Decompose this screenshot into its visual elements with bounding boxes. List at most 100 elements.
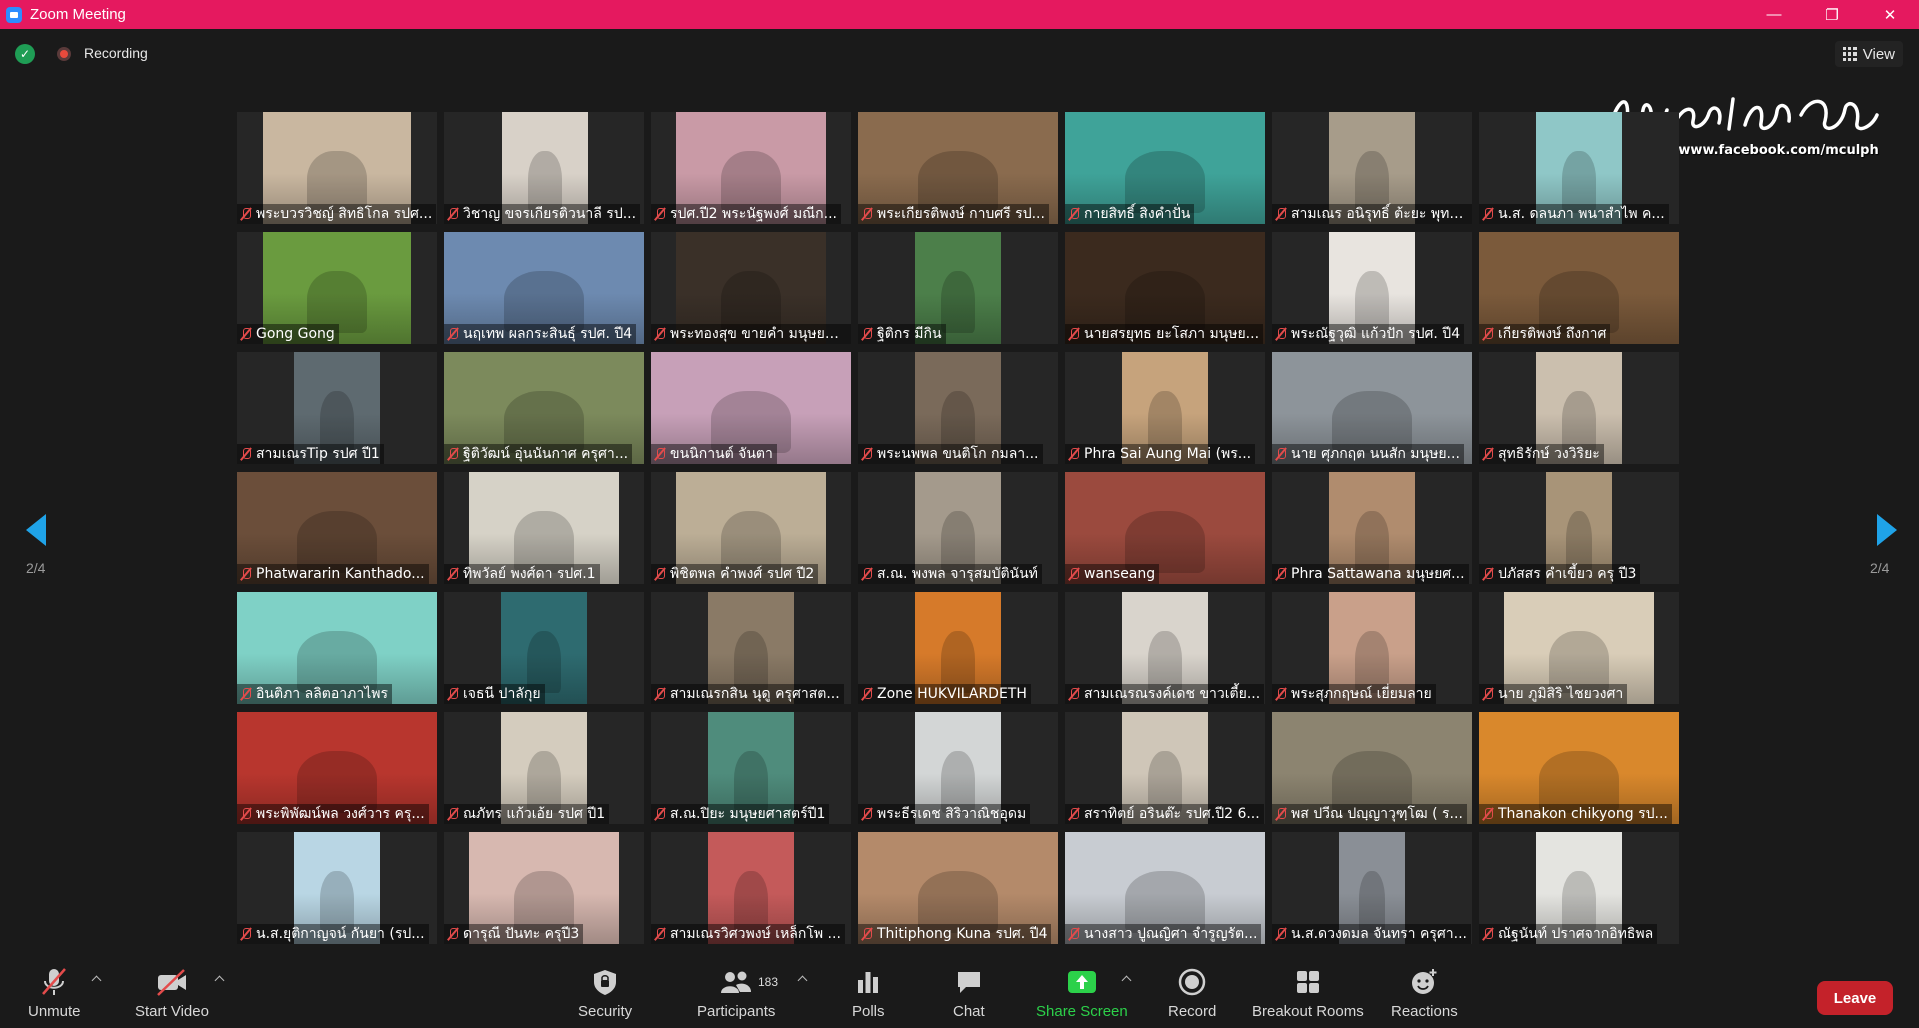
record-label: Record: [1168, 1003, 1217, 1020]
participant-tile[interactable]: พส ปวีณ ปญฺญาวุฑฺโฒ ( ร...: [1272, 712, 1472, 824]
participant-tile[interactable]: กายสิทธิ์ สิงคำปั่น: [1065, 112, 1265, 224]
muted-mic-icon: [1068, 927, 1080, 941]
participant-count-badge: 183: [758, 975, 779, 989]
participant-tile[interactable]: สามเณรTip รปศ ปี1: [237, 352, 437, 464]
participant-name: นาย ภูมิสิริ ไชยวงศา: [1498, 686, 1624, 702]
reactions-button[interactable]: Reactions: [1391, 966, 1458, 1020]
participant-tile[interactable]: ฐิติวัฒน์ อุ่นนันกาศ ครุศา...: [444, 352, 644, 464]
participant-tile[interactable]: เจธนี ปาลักุย: [444, 592, 644, 704]
minimize-button[interactable]: —: [1745, 0, 1803, 29]
unmute-label: Unmute: [28, 1003, 81, 1020]
muted-microphone-icon: [39, 966, 69, 998]
participant-tile[interactable]: เกียรติพงษ์ ถึงกาศ: [1479, 232, 1679, 344]
participant-tile[interactable]: ขนนิกานต์ จันตา: [651, 352, 851, 464]
participant-tile[interactable]: น.ส. ดลนภา พนาสำไพ ค...: [1479, 112, 1679, 224]
record-button[interactable]: Record: [1168, 966, 1216, 1020]
participant-tile[interactable]: นาย ศุภกฤต นนสัก มนุษย...: [1272, 352, 1472, 464]
participant-name: น.ส.ดวงดมล จันทรา ครุศา...: [1291, 926, 1467, 942]
participant-tile[interactable]: อินติภา ลลิตอาภาไพร: [237, 592, 437, 704]
muted-mic-icon: [447, 447, 459, 461]
participant-namebar: สามเณรTip รปศ ปี1: [237, 444, 384, 464]
participant-tile[interactable]: สราทิตย์ อรินต๊ะ รปศ.ปี2 6...: [1065, 712, 1265, 824]
participant-tile[interactable]: สามเณร อนิรุทธิ์ ต้ะยะ พุทธ...: [1272, 112, 1472, 224]
participant-tile[interactable]: ปภัสสร คำเขี้ยว ครุ ปี3: [1479, 472, 1679, 584]
zoom-logo-icon: [6, 6, 22, 23]
participant-namebar: ณภัทร แก้วเอ้ย รปศ ปี1: [444, 804, 610, 824]
participant-tile[interactable]: นายสรยุทธ ยะโสภา มนุษย...: [1065, 232, 1265, 344]
participant-tile[interactable]: สุทธิรักษ์ วงวิริยะ: [1479, 352, 1679, 464]
audio-options-caret-icon[interactable]: [91, 974, 101, 984]
leave-button[interactable]: Leave: [1817, 981, 1893, 1015]
participant-tile[interactable]: Thitiphong Kuna รปศ. ปี4: [858, 832, 1058, 944]
muted-mic-icon: [1275, 447, 1287, 461]
participant-tile[interactable]: วิชาญ ขจรเกียรติวนาลี รป...: [444, 112, 644, 224]
participants-icon: [719, 966, 753, 998]
participant-tile[interactable]: พระณัฐวุฒิ แก้วปัก รปศ. ปี4: [1272, 232, 1472, 344]
participant-tile[interactable]: ดารุณี ปันทะ ครุปี3: [444, 832, 644, 944]
participant-tile[interactable]: Thanakon chikyong รป...: [1479, 712, 1679, 824]
participant-tile[interactable]: Phatwararin Kanthado...: [237, 472, 437, 584]
participant-tile[interactable]: รปศ.ปี2 พระนัฐพงศ์ มณีก...: [651, 112, 851, 224]
participant-tile[interactable]: สามเณรกสิน นุดู ครุศาสต...: [651, 592, 851, 704]
participant-tile[interactable]: พิชิตพล คำพงศ์ รปศ ปี2: [651, 472, 851, 584]
participant-tile[interactable]: นาย ภูมิสิริ ไชยวงศา: [1479, 592, 1679, 704]
participant-tile[interactable]: พระทองสุข ขายคำ มนุษยศ...: [651, 232, 851, 344]
participant-namebar: พิชิตพล คำพงศ์ รปศ ปี2: [651, 564, 819, 584]
next-page-arrow-icon[interactable]: [1871, 510, 1901, 550]
participant-tile[interactable]: Phra Sai Aung Mai (พร...: [1065, 352, 1265, 464]
participant-tile[interactable]: Zone HUKVILARDETH: [858, 592, 1058, 704]
start-video-button[interactable]: Start Video: [135, 966, 209, 1020]
unmute-button[interactable]: Unmute: [28, 966, 81, 1020]
participant-tile[interactable]: ฐิติกร มีกิน: [858, 232, 1058, 344]
participant-name: พระบวรวิชญ์ สิทธิโกล รปศ...: [256, 206, 433, 222]
participant-tile[interactable]: พระนพพล ขนติโก กมลา...: [858, 352, 1058, 464]
participant-tile[interactable]: Phra Sattawana มนุษยศ...: [1272, 472, 1472, 584]
muted-mic-icon: [654, 687, 666, 701]
polls-button[interactable]: Polls: [852, 966, 885, 1020]
participant-namebar: Zone HUKVILARDETH: [858, 684, 1031, 704]
video-options-caret-icon[interactable]: [214, 974, 224, 984]
participant-namebar: Thitiphong Kuna รปศ. ปี4: [858, 924, 1052, 944]
participant-tile[interactable]: นางสาว ปูณญิศา จำรูญรัต...: [1065, 832, 1265, 944]
participant-tile[interactable]: น.ส.ดวงดมล จันทรา ครุศา...: [1272, 832, 1472, 944]
share-options-caret-icon[interactable]: [1121, 974, 1131, 984]
participant-tile[interactable]: ณภัทร แก้วเอ้ย รปศ ปี1: [444, 712, 644, 824]
close-button[interactable]: ✕: [1861, 0, 1919, 29]
previous-page-arrow-icon[interactable]: [22, 510, 52, 550]
share-screen-button[interactable]: Share Screen: [1036, 966, 1128, 1020]
encryption-shield-icon[interactable]: ✓: [15, 44, 35, 64]
muted-mic-icon: [861, 207, 873, 221]
participant-namebar: พระณัฐวุฒิ แก้วปัก รปศ. ปี4: [1272, 324, 1465, 344]
participant-namebar: นาย ภูมิสิริ ไชยวงศา: [1479, 684, 1628, 704]
participant-tile[interactable]: wanseang: [1065, 472, 1265, 584]
muted-mic-icon: [1482, 207, 1494, 221]
participant-tile[interactable]: ณัฐนันท์ ปราศจากอิทธิพล: [1479, 832, 1679, 944]
muted-mic-icon: [1275, 567, 1287, 581]
participant-tile[interactable]: ทิพวัลย์ พงศ์ดา รปศ.1: [444, 472, 644, 584]
participant-tile[interactable]: Gong Gong: [237, 232, 437, 344]
participant-name: วิชาญ ขจรเกียรติวนาลี รป...: [463, 206, 637, 222]
participant-tile[interactable]: พระสุภกฤษณ์ เยี่ยมลาย: [1272, 592, 1472, 704]
chat-button[interactable]: Chat: [953, 966, 985, 1020]
participant-tile[interactable]: นฤเทพ ผลกระสินธุ์ รปศ. ปี4: [444, 232, 644, 344]
muted-mic-icon: [1068, 447, 1080, 461]
participant-tile[interactable]: ส.ณ.ปิยะ มนุษยศาสตร์ปี1: [651, 712, 851, 824]
security-button[interactable]: Security: [578, 966, 632, 1020]
view-button[interactable]: View: [1834, 41, 1903, 67]
participants-label: Participants: [697, 1003, 776, 1020]
participant-tile[interactable]: สามเณรวิศวพงษ์ เหล็กโพ ...: [651, 832, 851, 944]
participant-tile[interactable]: น.ส.ยุติกาญจน์ กันยา (รป...: [237, 832, 437, 944]
muted-mic-icon: [654, 447, 666, 461]
participant-tile[interactable]: พระธีรเดช สิริวาณิชอุดม: [858, 712, 1058, 824]
participants-options-caret-icon[interactable]: [797, 974, 807, 984]
participant-tile[interactable]: สามเณรณรงค์เดช ขาวเตี้ย...: [1065, 592, 1265, 704]
participant-tile[interactable]: ส.ณ. พงพล จารุสมบัตินันท์: [858, 472, 1058, 584]
breakout-rooms-button[interactable]: Breakout Rooms: [1252, 966, 1364, 1020]
muted-mic-icon: [240, 207, 252, 221]
restore-button[interactable]: ❐: [1803, 0, 1861, 29]
participant-tile[interactable]: พระพิพัฒน์พล วงศ์วาร ครุ...: [237, 712, 437, 824]
muted-mic-icon: [447, 927, 459, 941]
participant-tile[interactable]: พระบวรวิชญ์ สิทธิโกล รปศ...: [237, 112, 437, 224]
participant-tile[interactable]: พระเกียรติพงษ์ กาบศรี รป...: [858, 112, 1058, 224]
muted-mic-icon: [1482, 807, 1494, 821]
